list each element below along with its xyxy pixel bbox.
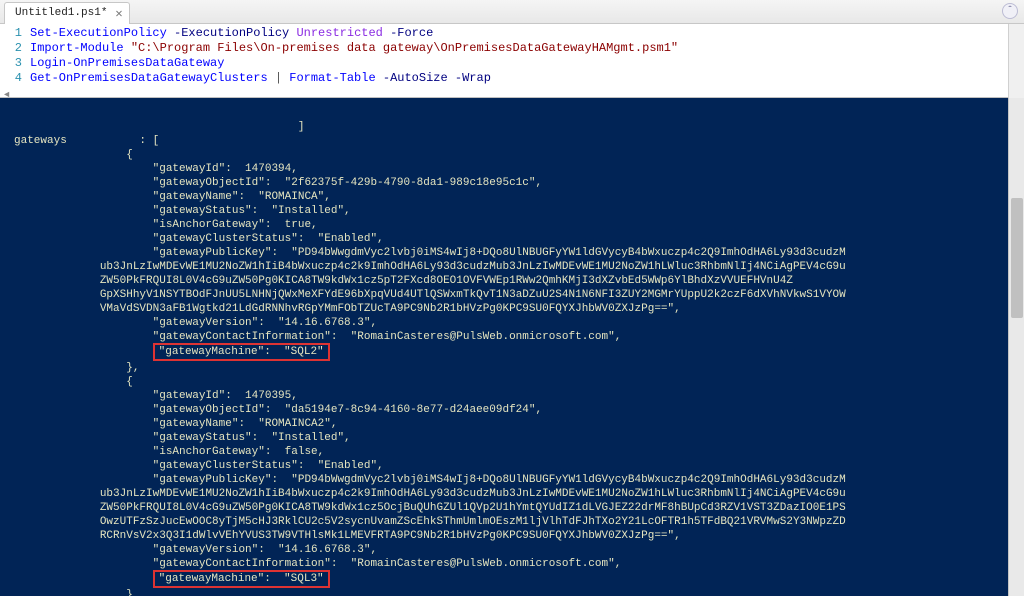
code-token: "C:\Program Files\On-premises data gatew… bbox=[131, 41, 678, 55]
console-pane[interactable]: ] gateways : [ { "gatewayId": 1470394, "… bbox=[0, 98, 1024, 596]
console-line: "gatewayContactInformation": "RomainCast… bbox=[153, 331, 622, 343]
highlight-gateway-machine: "gatewayMachine": "SQL2" bbox=[153, 343, 330, 361]
tab-close-icon[interactable]: ✕ bbox=[115, 6, 122, 21]
console-line: ub3JnLzIwMDEvWE1MU2NoZW1hIiB4bWxuczp4c2k… bbox=[100, 488, 846, 500]
console-line: "gatewayObjectId": "da5194e7-8c94-4160-8… bbox=[153, 404, 542, 416]
code-token: -ExecutionPolicy bbox=[174, 26, 289, 40]
console-line: "gatewayClusterStatus": "Enabled", bbox=[153, 460, 384, 472]
code-token: | bbox=[275, 71, 282, 85]
console-line: OwzUTFzSzJucEwOOC8yTjM5cHJ3RklCU2c5V2syc… bbox=[100, 516, 846, 528]
tab-title: Untitled1.ps1* bbox=[15, 7, 107, 19]
console-line: "isAnchorGateway": true, bbox=[153, 219, 318, 231]
console-line: VMaVdSVDN3aFB1Wgtkd21LdGdRNNhvRGpYMmFObT… bbox=[100, 303, 681, 315]
console-text: : [ bbox=[67, 135, 159, 147]
tab-bar: Untitled1.ps1* ✕ ˆ bbox=[0, 0, 1024, 24]
code-token: Login-OnPremisesDataGateway bbox=[30, 56, 224, 70]
highlight-gateway-machine: "gatewayMachine": "SQL3" bbox=[153, 570, 330, 588]
console-line: "gatewayName": "ROMAINCA", bbox=[153, 191, 331, 203]
line-number: 1 bbox=[0, 26, 22, 41]
editor-scrollbar[interactable] bbox=[1008, 24, 1024, 98]
console-line: "gatewayStatus": "Installed", bbox=[153, 432, 351, 444]
console-line: "gatewayPublicKey": "PD94bWwgdmVyc2lvbj0… bbox=[153, 247, 846, 259]
code-token: Unrestricted bbox=[296, 26, 382, 40]
code-token: Set-ExecutionPolicy bbox=[30, 26, 167, 40]
console-output: ] gateways : [ { "gatewayId": 1470394, "… bbox=[0, 98, 1024, 596]
console-line: }, bbox=[14, 362, 139, 374]
code-token: Format-Table bbox=[289, 71, 375, 85]
console-scrollbar[interactable] bbox=[1008, 98, 1024, 596]
code-token: -AutoSize bbox=[383, 71, 448, 85]
code-token: Import-Module bbox=[30, 41, 124, 55]
console-line: "gatewayVersion": "14.16.6768.3", bbox=[153, 317, 377, 329]
console-line: "gatewayPublicKey": "PD94bWwgdmVyc2lvbj0… bbox=[153, 474, 846, 486]
console-line: ZW50PkFRQUI8L0V4cG9uZW50Pg0KICA8TW9kdWx1… bbox=[100, 502, 846, 514]
console-line: "gatewayVersion": "14.16.6768.3", bbox=[153, 544, 377, 556]
console-line: "gatewayObjectId": "2f62375f-429b-4790-8… bbox=[153, 177, 542, 189]
console-line: "gatewayName": "ROMAINCA2", bbox=[153, 418, 338, 430]
line-number-gutter: 1 2 3 4 bbox=[0, 24, 30, 97]
console-line: "gatewayId": 1470394, bbox=[153, 163, 298, 175]
console-line: "gatewayClusterStatus": "Enabled", bbox=[153, 233, 384, 245]
line-number: 2 bbox=[0, 41, 22, 56]
console-line: { bbox=[14, 149, 133, 161]
console-line: "gatewayStatus": "Installed", bbox=[153, 205, 351, 217]
console-line: { bbox=[14, 376, 133, 388]
console-line: } bbox=[14, 589, 133, 596]
code-token: -Wrap bbox=[455, 71, 491, 85]
console-line: ub3JnLzIwMDEvWE1MU2NoZW1hIiB4bWxuczp4c2k… bbox=[100, 261, 846, 273]
line-number: 4 bbox=[0, 71, 22, 86]
console-line: ZW50PkFRQUI8L0V4cG9uZW50Pg0KICA8TW9kdWx1… bbox=[100, 275, 793, 287]
console-line: "isAnchorGateway": false, bbox=[153, 446, 325, 458]
console-line: GpXSHhyV1NSYTBOdFJnUU5LNHNjQWxMeXFYdE96b… bbox=[100, 289, 846, 301]
console-line: ] bbox=[14, 121, 304, 133]
script-editor[interactable]: 1 2 3 4 Set-ExecutionPolicy -ExecutionPo… bbox=[0, 24, 1024, 98]
tab-untitled[interactable]: Untitled1.ps1* ✕ bbox=[4, 2, 130, 24]
collapse-chevron-icon[interactable]: ˆ bbox=[1002, 3, 1018, 19]
code-area[interactable]: Set-ExecutionPolicy -ExecutionPolicy Unr… bbox=[30, 24, 678, 97]
code-token: -Force bbox=[390, 26, 433, 40]
scrollbar-thumb[interactable] bbox=[1011, 198, 1023, 318]
line-number: 3 bbox=[0, 56, 22, 71]
code-token: Get-OnPremisesDataGatewayClusters bbox=[30, 71, 268, 85]
console-line: "gatewayId": 1470395, bbox=[153, 390, 298, 402]
console-line: RCRnVsV2x3Q3I1dWlvVEhYVUS3TW9VTHlsMk1LME… bbox=[100, 530, 681, 542]
console-line: "gatewayContactInformation": "RomainCast… bbox=[153, 558, 622, 570]
gateways-label: gateways bbox=[14, 134, 67, 148]
